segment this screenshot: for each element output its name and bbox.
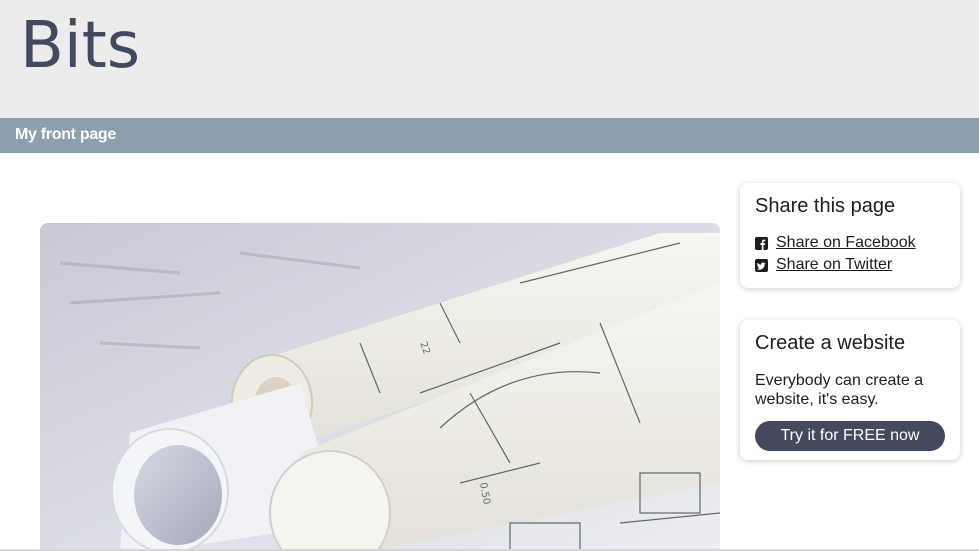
share-facebook-item: Share on Facebook [755, 232, 945, 254]
site-header: Bits [0, 0, 979, 118]
share-card: Share this page Share on Facebook Share … [740, 183, 960, 288]
share-facebook-link[interactable]: Share on Facebook [776, 234, 916, 252]
create-card-text: Everybody can create a website, it's eas… [755, 372, 924, 408]
page: Bits My front page 22 0.50 Share this pa… [0, 0, 979, 551]
site-title[interactable]: Bits [20, 8, 140, 84]
facebook-icon [755, 236, 768, 250]
try-free-button[interactable]: Try it for FREE now [755, 421, 945, 451]
nav-item-front-page[interactable]: My front page [15, 126, 116, 144]
share-card-title: Share this page [755, 195, 896, 217]
main-nav: My front page [0, 118, 979, 153]
share-list: Share on Facebook Share on Twitter [755, 232, 945, 276]
create-website-card: Create a website Everybody can create a … [740, 320, 960, 460]
hero-image: 22 0.50 [40, 223, 720, 551]
blueprints-photo: 22 0.50 [40, 223, 720, 551]
share-twitter-item: Share on Twitter [755, 254, 945, 276]
twitter-icon [755, 258, 768, 272]
share-twitter-link[interactable]: Share on Twitter [776, 256, 892, 274]
create-card-title: Create a website [755, 332, 906, 354]
